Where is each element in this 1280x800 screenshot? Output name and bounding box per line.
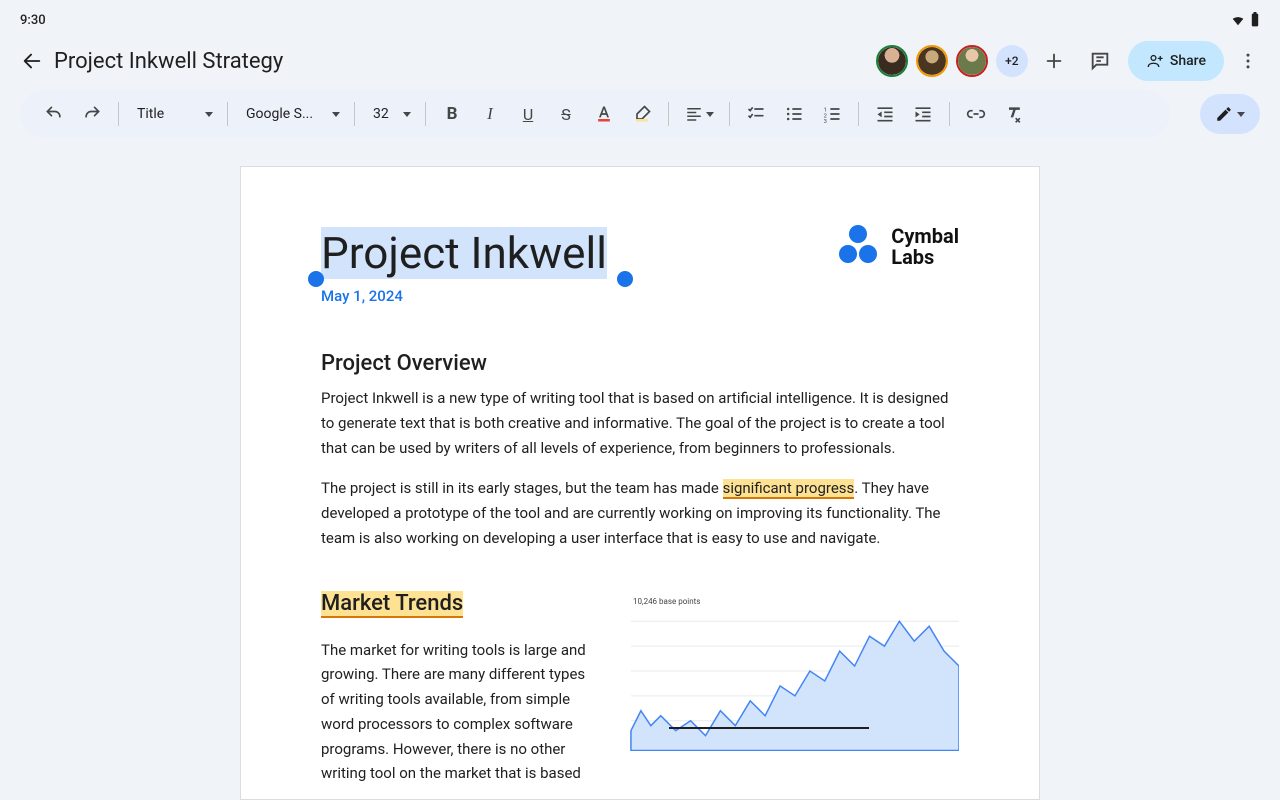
market-chart: 10,246 base points [621, 591, 959, 751]
selection-handle-end[interactable] [617, 271, 633, 287]
underline-button[interactable]: U [510, 96, 546, 132]
plus-icon [1043, 50, 1065, 72]
text-color-button[interactable] [586, 96, 622, 132]
more-vert-icon [1238, 51, 1258, 71]
back-button[interactable] [12, 41, 52, 81]
app-header: Project Inkwell Strategy +2 Share [0, 34, 1280, 90]
chart-label: 10,246 base points [633, 597, 700, 606]
highlight-icon [632, 104, 652, 124]
numbered-list-icon: 123 [822, 104, 842, 124]
redo-button[interactable] [74, 96, 110, 132]
indent-icon [913, 104, 933, 124]
strikethrough-icon: S [561, 105, 571, 124]
document-canvas[interactable]: Cymbal Labs Project Inkwell May 1, 2024 … [0, 166, 1280, 800]
share-label: Share [1170, 53, 1206, 69]
formatting-toolbar: Title Google S... 32 B I U S 123 [20, 90, 1170, 138]
document-heading[interactable]: Project Inkwell [321, 227, 607, 279]
editing-mode-button[interactable] [1200, 94, 1260, 134]
chart-axis [669, 727, 869, 729]
font-label: Google S... [246, 106, 326, 122]
bold-icon: B [447, 104, 458, 124]
bulleted-list-button[interactable] [776, 96, 812, 132]
paragraph-overview-2[interactable]: The project is still in its early stages… [321, 476, 959, 550]
share-button[interactable]: Share [1128, 41, 1224, 81]
style-label: Title [137, 106, 199, 122]
document-title[interactable]: Project Inkwell Strategy [54, 49, 283, 74]
size-label: 32 [373, 106, 397, 122]
status-bar: 9:30 [0, 0, 1280, 34]
toolbar-separator [949, 102, 950, 126]
align-button[interactable] [677, 96, 721, 132]
comments-button[interactable] [1080, 41, 1120, 81]
person-add-icon [1146, 52, 1164, 70]
paragraph-market[interactable]: The market for writing tools is large an… [321, 638, 601, 787]
underline-icon: U [523, 105, 533, 124]
highlighted-text[interactable]: significant progress [723, 479, 855, 499]
avatar[interactable] [956, 45, 988, 77]
toolbar-separator [668, 102, 669, 126]
paragraph-style-dropdown[interactable]: Title [127, 96, 219, 132]
italic-icon: I [487, 104, 493, 124]
section-heading-market[interactable]: Market Trends [321, 591, 463, 618]
text-color-icon [594, 104, 614, 124]
avatar[interactable] [876, 45, 908, 77]
chevron-down-icon [1237, 112, 1245, 117]
bold-button[interactable]: B [434, 96, 470, 132]
arrow-left-icon [21, 50, 43, 72]
font-size-dropdown[interactable]: 32 [363, 96, 417, 132]
more-options-button[interactable] [1228, 41, 1268, 81]
toolbar-separator [354, 102, 355, 126]
comment-icon [1089, 50, 1111, 72]
svg-text:3: 3 [824, 119, 827, 124]
document-date[interactable]: May 1, 2024 [321, 287, 959, 305]
more-avatars-badge[interactable]: +2 [996, 45, 1028, 77]
redo-icon [82, 104, 102, 124]
link-icon [966, 104, 986, 124]
font-family-dropdown[interactable]: Google S... [236, 96, 346, 132]
add-button[interactable] [1034, 41, 1074, 81]
italic-button[interactable]: I [472, 96, 508, 132]
highlight-button[interactable] [624, 96, 660, 132]
outdent-icon [875, 104, 895, 124]
clear-format-icon [1004, 104, 1024, 124]
toolbar-separator [729, 102, 730, 126]
undo-button[interactable] [36, 96, 72, 132]
chevron-down-icon [332, 112, 340, 117]
selection-handle-start[interactable] [308, 271, 324, 287]
increase-indent-button[interactable] [905, 96, 941, 132]
section-heading-overview[interactable]: Project Overview [321, 351, 959, 376]
chevron-down-icon [205, 112, 213, 117]
insert-link-button[interactable] [958, 96, 994, 132]
numbered-list-button[interactable]: 123 [814, 96, 850, 132]
toolbar-separator [118, 102, 119, 126]
chevron-down-icon [706, 112, 714, 117]
pencil-icon [1215, 105, 1233, 123]
align-left-icon [685, 105, 703, 123]
chevron-down-icon [403, 112, 411, 117]
wifi-icon [1230, 13, 1246, 27]
status-time: 9:30 [20, 13, 46, 28]
strikethrough-button[interactable]: S [548, 96, 584, 132]
toolbar-separator [858, 102, 859, 126]
collaborator-avatars: +2 [876, 45, 1028, 77]
avatar[interactable] [916, 45, 948, 77]
document-page[interactable]: Cymbal Labs Project Inkwell May 1, 2024 … [240, 166, 1040, 800]
checklist-button[interactable] [738, 96, 774, 132]
paragraph-overview-1[interactable]: Project Inkwell is a new type of writing… [321, 386, 959, 460]
bullet-list-icon [784, 104, 804, 124]
decrease-indent-button[interactable] [867, 96, 903, 132]
toolbar-separator [425, 102, 426, 126]
clear-formatting-button[interactable] [996, 96, 1032, 132]
toolbar-separator [227, 102, 228, 126]
undo-icon [44, 104, 64, 124]
document-heading-selection[interactable]: Project Inkwell [321, 227, 959, 279]
battery-icon [1250, 12, 1260, 28]
checklist-icon [746, 104, 766, 124]
